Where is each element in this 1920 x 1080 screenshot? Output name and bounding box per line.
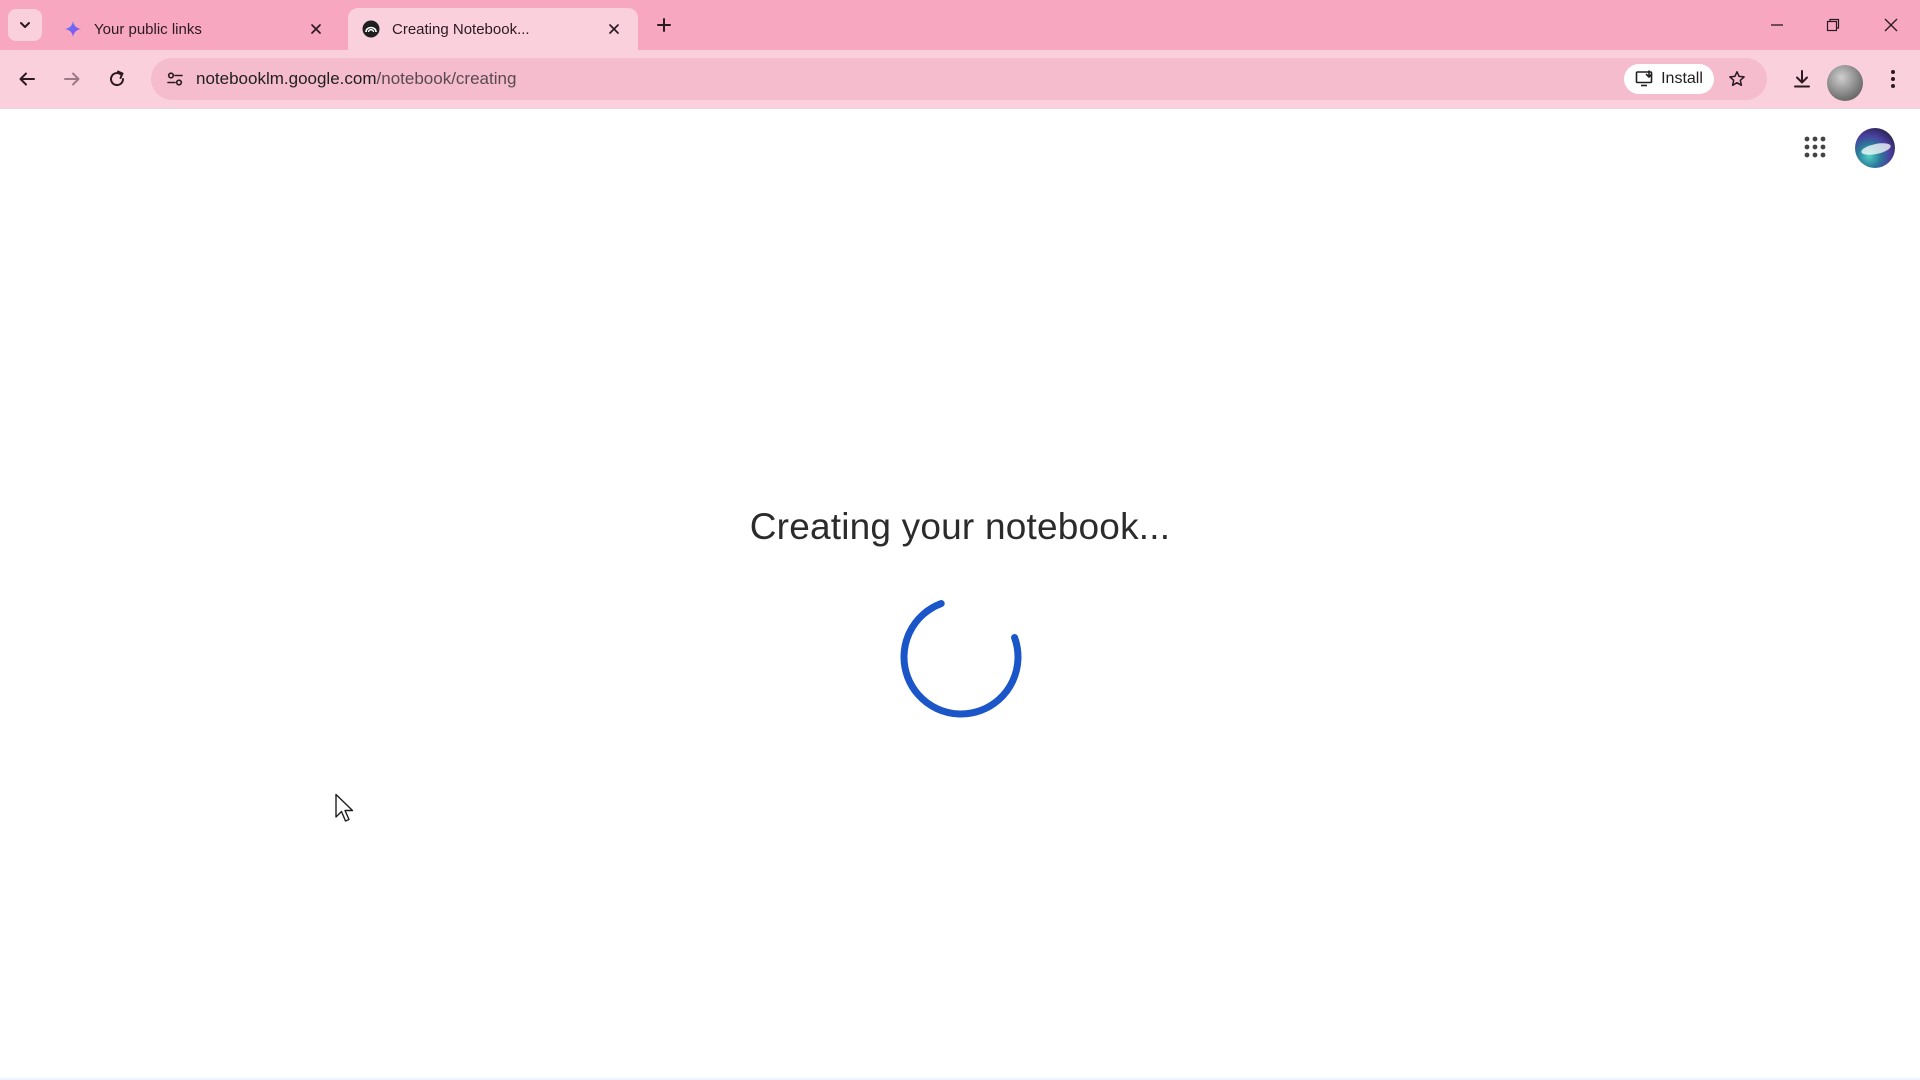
notebooklm-icon (362, 20, 380, 38)
close-icon (1884, 18, 1898, 32)
minimize-button[interactable] (1752, 6, 1802, 44)
more-vert-icon (1891, 70, 1895, 88)
close-tab-icon[interactable] (604, 19, 624, 39)
plus-icon (657, 18, 671, 32)
toolbar-divider (0, 108, 1920, 109)
new-tab-button[interactable] (652, 13, 676, 37)
browser-profile-avatar[interactable] (1827, 65, 1863, 101)
back-button[interactable] (11, 63, 43, 95)
browser-toolbar: notebooklm.google.com/notebook/creating … (0, 50, 1920, 108)
browser-menu-button[interactable] (1877, 63, 1909, 95)
install-app-button[interactable]: Install (1624, 64, 1714, 94)
reload-icon (110, 70, 125, 87)
close-tab-icon[interactable] (306, 19, 326, 39)
forward-button[interactable] (56, 63, 88, 95)
install-label: Install (1661, 70, 1703, 87)
minimize-icon (1771, 24, 1783, 26)
gemini-sparkle-icon (64, 20, 82, 38)
url-text[interactable]: notebooklm.google.com/notebook/creating (196, 69, 516, 89)
page-title: Creating your notebook... (749, 506, 1171, 547)
apps-grid-icon (1804, 136, 1826, 158)
restore-button[interactable] (1808, 6, 1858, 44)
chevron-down-icon (20, 22, 30, 28)
loading-spinner (900, 596, 1022, 718)
downloads-button[interactable] (1786, 63, 1818, 95)
account-avatar[interactable] (1855, 128, 1895, 168)
restore-icon (1826, 18, 1840, 32)
reload-button[interactable] (101, 63, 133, 95)
tab-title: Your public links (94, 20, 202, 38)
bookmark-star-button[interactable] (1723, 65, 1751, 93)
mouse-cursor-icon (335, 793, 354, 822)
address-bar[interactable]: notebooklm.google.com/notebook/creating … (151, 58, 1767, 100)
arrow-right-icon (64, 72, 80, 86)
tab-title: Creating Notebook... (392, 20, 530, 38)
arrow-left-icon (19, 72, 35, 86)
url-path: /notebook/creating (376, 69, 517, 88)
url-domain: notebooklm.google.com (196, 69, 377, 88)
close-window-button[interactable] (1866, 6, 1916, 44)
site-info-icon[interactable] (161, 65, 189, 93)
download-icon (1794, 70, 1810, 88)
star-icon (1729, 71, 1745, 87)
tab-search-button[interactable] (8, 9, 42, 41)
tab-strip: Your public links Creating Notebook... (0, 0, 1920, 50)
tab-creating-notebook[interactable]: Creating Notebook... (348, 8, 638, 50)
install-monitor-icon (1635, 70, 1653, 87)
tab-public-links[interactable]: Your public links (50, 8, 340, 50)
google-apps-button[interactable] (1800, 132, 1830, 162)
